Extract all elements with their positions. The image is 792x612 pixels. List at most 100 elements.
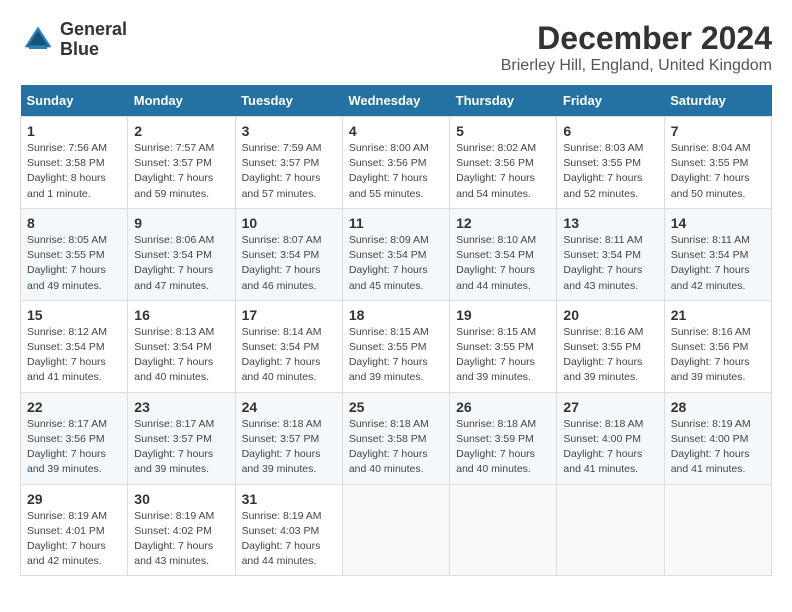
cell-week2-day0: 8 Sunrise: 8:05 AMSunset: 3:55 PMDaylight… bbox=[21, 208, 128, 300]
cell-week5-day0: 29 Sunrise: 8:19 AMSunset: 4:01 PMDayligh… bbox=[21, 484, 128, 576]
day-number: 27 bbox=[563, 399, 657, 415]
day-number: 30 bbox=[134, 491, 228, 507]
day-detail: Sunrise: 8:19 AMSunset: 4:00 PMDaylight:… bbox=[671, 417, 765, 478]
header-monday: Monday bbox=[128, 85, 235, 117]
day-detail: Sunrise: 8:11 AMSunset: 3:54 PMDaylight:… bbox=[671, 233, 765, 294]
cell-week4-day3: 25 Sunrise: 8:18 AMSunset: 3:58 PMDayligh… bbox=[342, 392, 449, 484]
day-detail: Sunrise: 8:18 AMSunset: 4:00 PMDaylight:… bbox=[563, 417, 657, 478]
day-detail: Sunrise: 7:57 AMSunset: 3:57 PMDaylight:… bbox=[134, 141, 228, 202]
cell-week1-day0: 1 Sunrise: 7:56 AMSunset: 3:58 PMDaylight… bbox=[21, 117, 128, 209]
day-detail: Sunrise: 8:09 AMSunset: 3:54 PMDaylight:… bbox=[349, 233, 443, 294]
day-number: 5 bbox=[456, 123, 550, 139]
day-detail: Sunrise: 8:00 AMSunset: 3:56 PMDaylight:… bbox=[349, 141, 443, 202]
header-sunday: Sunday bbox=[21, 85, 128, 117]
day-detail: Sunrise: 8:02 AMSunset: 3:56 PMDaylight:… bbox=[456, 141, 550, 202]
cell-week3-day5: 20Sunrise: 8:16 AMSunset: 3:55 PMDayligh… bbox=[557, 300, 664, 392]
cell-week5-day4 bbox=[450, 484, 557, 576]
calendar-header: Sunday Monday Tuesday Wednesday Thursday… bbox=[21, 85, 772, 117]
week-row-2: 8 Sunrise: 8:05 AMSunset: 3:55 PMDaylight… bbox=[21, 208, 772, 300]
calendar-body: 1 Sunrise: 7:56 AMSunset: 3:58 PMDaylight… bbox=[21, 117, 772, 576]
logo: General Blue bbox=[20, 20, 127, 60]
week-row-5: 29 Sunrise: 8:19 AMSunset: 4:01 PMDayligh… bbox=[21, 484, 772, 576]
header-saturday: Saturday bbox=[664, 85, 771, 117]
day-detail: Sunrise: 7:56 AMSunset: 3:58 PMDaylight:… bbox=[27, 141, 121, 202]
day-number: 21 bbox=[671, 307, 765, 323]
day-detail: Sunrise: 8:04 AMSunset: 3:55 PMDaylight:… bbox=[671, 141, 765, 202]
day-number: 1 bbox=[27, 123, 121, 139]
logo-text: General Blue bbox=[60, 20, 127, 60]
day-detail: Sunrise: 8:19 AMSunset: 4:03 PMDaylight:… bbox=[242, 509, 336, 570]
cell-week4-day4: 26Sunrise: 8:18 AMSunset: 3:59 PMDayligh… bbox=[450, 392, 557, 484]
day-number: 22 bbox=[27, 399, 121, 415]
day-number: 9 bbox=[134, 215, 228, 231]
day-number: 19 bbox=[456, 307, 550, 323]
day-number: 12 bbox=[456, 215, 550, 231]
day-detail: Sunrise: 8:18 AMSunset: 3:58 PMDaylight:… bbox=[349, 417, 443, 478]
header-friday: Friday bbox=[557, 85, 664, 117]
header-wednesday: Wednesday bbox=[342, 85, 449, 117]
cell-week4-day0: 22 Sunrise: 8:17 AMSunset: 3:56 PMDayligh… bbox=[21, 392, 128, 484]
week-row-1: 1 Sunrise: 7:56 AMSunset: 3:58 PMDaylight… bbox=[21, 117, 772, 209]
day-number: 6 bbox=[563, 123, 657, 139]
cell-week3-day1: 16 Sunrise: 8:13 AMSunset: 3:54 PMDayligh… bbox=[128, 300, 235, 392]
cell-week2-day5: 13Sunrise: 8:11 AMSunset: 3:54 PMDayligh… bbox=[557, 208, 664, 300]
day-detail: Sunrise: 8:05 AMSunset: 3:55 PMDaylight:… bbox=[27, 233, 121, 294]
main-title: December 2024 bbox=[501, 20, 772, 57]
day-detail: Sunrise: 8:15 AMSunset: 3:55 PMDaylight:… bbox=[349, 325, 443, 386]
cell-week4-day5: 27 Sunrise: 8:18 AMSunset: 4:00 PMDayligh… bbox=[557, 392, 664, 484]
day-detail: Sunrise: 8:19 AMSunset: 4:01 PMDaylight:… bbox=[27, 509, 121, 570]
day-detail: Sunrise: 7:59 AMSunset: 3:57 PMDaylight:… bbox=[242, 141, 336, 202]
day-detail: Sunrise: 8:06 AMSunset: 3:54 PMDaylight:… bbox=[134, 233, 228, 294]
cell-week5-day3 bbox=[342, 484, 449, 576]
header-row: Sunday Monday Tuesday Wednesday Thursday… bbox=[21, 85, 772, 117]
cell-week2-day2: 10Sunrise: 8:07 AMSunset: 3:54 PMDayligh… bbox=[235, 208, 342, 300]
day-number: 13 bbox=[563, 215, 657, 231]
day-number: 17 bbox=[242, 307, 336, 323]
day-detail: Sunrise: 8:17 AMSunset: 3:56 PMDaylight:… bbox=[27, 417, 121, 478]
day-number: 24 bbox=[242, 399, 336, 415]
cell-week3-day4: 19 Sunrise: 8:15 AMSunset: 3:55 PMDayligh… bbox=[450, 300, 557, 392]
cell-week4-day6: 28 Sunrise: 8:19 AMSunset: 4:00 PMDayligh… bbox=[664, 392, 771, 484]
day-detail: Sunrise: 8:16 AMSunset: 3:56 PMDaylight:… bbox=[671, 325, 765, 386]
cell-week4-day1: 23 Sunrise: 8:17 AMSunset: 3:57 PMDayligh… bbox=[128, 392, 235, 484]
day-number: 29 bbox=[27, 491, 121, 507]
day-detail: Sunrise: 8:15 AMSunset: 3:55 PMDaylight:… bbox=[456, 325, 550, 386]
cell-week5-day1: 30 Sunrise: 8:19 AMSunset: 4:02 PMDayligh… bbox=[128, 484, 235, 576]
subtitle: Brierley Hill, England, United Kingdom bbox=[501, 57, 772, 75]
day-number: 2 bbox=[134, 123, 228, 139]
cell-week2-day4: 12 Sunrise: 8:10 AMSunset: 3:54 PMDayligh… bbox=[450, 208, 557, 300]
day-detail: Sunrise: 8:17 AMSunset: 3:57 PMDaylight:… bbox=[134, 417, 228, 478]
day-detail: Sunrise: 8:19 AMSunset: 4:02 PMDaylight:… bbox=[134, 509, 228, 570]
day-number: 14 bbox=[671, 215, 765, 231]
header-thursday: Thursday bbox=[450, 85, 557, 117]
cell-week5-day6 bbox=[664, 484, 771, 576]
day-number: 8 bbox=[27, 215, 121, 231]
day-number: 3 bbox=[242, 123, 336, 139]
day-number: 25 bbox=[349, 399, 443, 415]
cell-week3-day2: 17 Sunrise: 8:14 AMSunset: 3:54 PMDayligh… bbox=[235, 300, 342, 392]
page-header: General Blue December 2024 Brierley Hill… bbox=[20, 20, 772, 75]
day-number: 28 bbox=[671, 399, 765, 415]
cell-week1-day4: 5 Sunrise: 8:02 AMSunset: 3:56 PMDaylight… bbox=[450, 117, 557, 209]
cell-week1-day5: 6Sunrise: 8:03 AMSunset: 3:55 PMDaylight… bbox=[557, 117, 664, 209]
day-detail: Sunrise: 8:14 AMSunset: 3:54 PMDaylight:… bbox=[242, 325, 336, 386]
title-block: December 2024 Brierley Hill, England, Un… bbox=[501, 20, 772, 75]
day-number: 18 bbox=[349, 307, 443, 323]
day-number: 16 bbox=[134, 307, 228, 323]
day-detail: Sunrise: 8:10 AMSunset: 3:54 PMDaylight:… bbox=[456, 233, 550, 294]
day-number: 4 bbox=[349, 123, 443, 139]
cell-week3-day3: 18 Sunrise: 8:15 AMSunset: 3:55 PMDayligh… bbox=[342, 300, 449, 392]
cell-week2-day3: 11Sunrise: 8:09 AMSunset: 3:54 PMDayligh… bbox=[342, 208, 449, 300]
day-number: 26 bbox=[456, 399, 550, 415]
cell-week3-day6: 21 Sunrise: 8:16 AMSunset: 3:56 PMDayligh… bbox=[664, 300, 771, 392]
day-number: 15 bbox=[27, 307, 121, 323]
cell-week4-day2: 24 Sunrise: 8:18 AMSunset: 3:57 PMDayligh… bbox=[235, 392, 342, 484]
cell-week2-day1: 9 Sunrise: 8:06 AMSunset: 3:54 PMDaylight… bbox=[128, 208, 235, 300]
calendar-table: Sunday Monday Tuesday Wednesday Thursday… bbox=[20, 85, 772, 576]
day-detail: Sunrise: 8:18 AMSunset: 3:57 PMDaylight:… bbox=[242, 417, 336, 478]
cell-week1-day1: 2 Sunrise: 7:57 AMSunset: 3:57 PMDaylight… bbox=[128, 117, 235, 209]
day-number: 10 bbox=[242, 215, 336, 231]
day-detail: Sunrise: 8:13 AMSunset: 3:54 PMDaylight:… bbox=[134, 325, 228, 386]
week-row-4: 22 Sunrise: 8:17 AMSunset: 3:56 PMDayligh… bbox=[21, 392, 772, 484]
day-number: 23 bbox=[134, 399, 228, 415]
